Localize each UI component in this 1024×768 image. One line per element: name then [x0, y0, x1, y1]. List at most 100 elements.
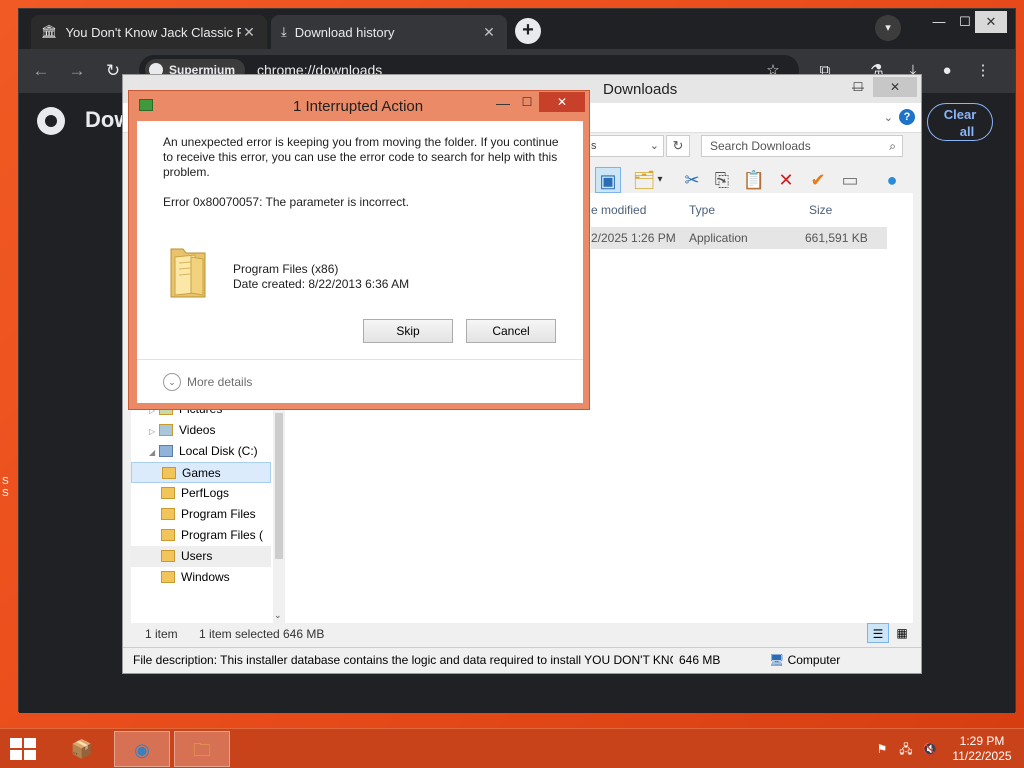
cut-icon[interactable]: ✂: [679, 167, 705, 193]
delete-icon[interactable]: ✕: [773, 167, 799, 193]
profile-icon[interactable]: ●: [937, 61, 957, 81]
column-size[interactable]: Size: [809, 203, 832, 217]
dialog-body: An unexpected error is keeping you from …: [137, 121, 583, 403]
windows-logo-icon: [24, 750, 36, 760]
status-selected: 1 item selected: [199, 627, 280, 641]
drive-icon: [159, 445, 173, 457]
skip-button[interactable]: Skip: [363, 319, 453, 343]
explorer-maximize-button[interactable]: ☐: [843, 77, 873, 97]
scrollbar-thumb[interactable]: [275, 413, 283, 559]
interrupted-action-dialog: 1 Interrupted Action — ☐ ✕ An unexpected…: [128, 90, 590, 410]
back-button[interactable]: ←: [29, 59, 53, 83]
copy-icon[interactable]: ⎘: [709, 167, 735, 193]
computer-icon: 🖥: [769, 653, 785, 667]
status-bar: 1 item 1 item selected 646 MB: [131, 623, 915, 645]
paste-icon[interactable]: 📋: [741, 167, 767, 193]
nav-item-label: Program Files: [181, 507, 256, 521]
collapse-arrow-icon[interactable]: ◢: [149, 442, 159, 463]
nav-item-program-files-x86[interactable]: Program Files (: [161, 525, 263, 546]
item-name: Program Files (x86): [233, 262, 339, 276]
folder-icon: [161, 529, 175, 541]
scroll-down-icon[interactable]: ⌄: [274, 610, 282, 621]
explorer-close-button[interactable]: ✕: [873, 77, 917, 97]
cancel-button[interactable]: Cancel: [466, 319, 556, 343]
search-input[interactable]: Search Downloads ⌕: [701, 135, 903, 157]
menu-kebab-icon[interactable]: ⋮: [973, 61, 993, 81]
clock-date: 11/22/2025: [952, 749, 1012, 763]
file-size: 646 MB: [679, 653, 721, 667]
desktop-edge-text: S: [2, 488, 9, 499]
help-icon[interactable]: ?: [899, 109, 915, 125]
nav-item-label: Windows: [181, 570, 230, 584]
large-icons-view-icon[interactable]: ▦: [891, 623, 913, 643]
navigation-pane: ▷Pictures ▷Videos ◢Local Disk (C:) Games…: [131, 393, 285, 623]
start-button[interactable]: [10, 738, 36, 760]
folder-icon: [162, 467, 176, 479]
item-date-created: Date created: 8/22/2013 6:36 AM: [233, 277, 410, 291]
taskbar-app-package-icon[interactable]: 📦: [54, 731, 110, 767]
column-date-modified[interactable]: e modified: [591, 203, 646, 217]
chrome-logo-icon: [37, 107, 65, 135]
clear-all-button[interactable]: Clear all: [927, 103, 993, 141]
folder-icon: [161, 508, 175, 520]
nav-item-label: PerfLogs: [181, 486, 230, 500]
windows-logo-icon: [24, 738, 36, 748]
folder-icon: [161, 487, 175, 499]
nav-item-videos[interactable]: ▷ Videos: [149, 420, 215, 441]
taskbar-app-browser-icon[interactable]: ◉: [114, 731, 170, 767]
forward-button[interactable]: →: [65, 59, 89, 83]
action-center-flag-icon[interactable]: ⚑: [874, 741, 890, 757]
address-breadcrumb[interactable]: s ⌄: [588, 135, 664, 157]
close-tab-icon[interactable]: ✕: [481, 24, 497, 41]
dialog-maximize-button[interactable]: ☐: [515, 95, 539, 115]
nav-item-program-files[interactable]: Program Files: [161, 504, 256, 525]
chevron-down-icon[interactable]: ⌄: [884, 111, 893, 124]
desktop-edge-text: S: [2, 476, 9, 487]
status-item-count: 1 item: [145, 627, 178, 641]
rename-icon[interactable]: ▭: [837, 167, 863, 193]
tab-title: Download history: [294, 24, 395, 40]
file-description: File description: This installer databas…: [133, 653, 673, 667]
tab-search-button[interactable]: ▾: [875, 15, 901, 41]
copy-progress-icon: [139, 99, 153, 111]
preview-pane-icon[interactable]: ▣: [595, 167, 621, 193]
checkmark-icon[interactable]: ✔: [805, 167, 831, 193]
clear-all-label-line2: all: [959, 124, 975, 139]
nav-item-local-disk[interactable]: ◢ Local Disk (C:): [149, 441, 258, 462]
clock[interactable]: 1:29 PM 11/22/2025: [944, 734, 1020, 764]
globe-icon[interactable]: ●: [879, 167, 905, 193]
clear-all-label-line1: Clear: [943, 107, 977, 122]
nav-item-label: Local Disk (C:): [179, 444, 258, 458]
table-row[interactable]: 2/2025 1:26 PM Application 661,591 KB: [591, 227, 887, 249]
refresh-button[interactable]: ↻: [666, 135, 690, 157]
cell-date-modified: 2/2025 1:26 PM: [591, 231, 676, 245]
column-type[interactable]: Type: [689, 203, 715, 217]
close-window-button[interactable]: ✕: [975, 11, 1007, 33]
dropdown-arrow-icon[interactable]: ▾: [653, 167, 667, 193]
tab-you-dont-know-jack[interactable]: 🏛 You Don't Know Jack Classic Pa ✕: [31, 15, 267, 49]
dialog-minimize-button[interactable]: —: [491, 95, 515, 115]
nav-item-windows[interactable]: Windows: [161, 567, 230, 588]
nav-item-label: Videos: [179, 423, 216, 437]
expand-arrow-icon[interactable]: ▷: [149, 421, 159, 442]
nav-scrollbar[interactable]: ⌄: [273, 393, 285, 623]
search-icon: ⌕: [889, 139, 896, 153]
volume-muted-icon[interactable]: 🔇: [922, 741, 938, 757]
dialog-titlebar: 1 Interrupted Action — ☐ ✕: [129, 91, 589, 121]
download-icon: ⤓: [281, 24, 287, 39]
dialog-close-button[interactable]: ✕: [539, 92, 585, 112]
search-placeholder: Search Downloads: [710, 139, 811, 153]
more-details-toggle[interactable]: ⌄ More details: [163, 373, 252, 391]
column-headers: e modified Type Size: [591, 199, 901, 221]
videos-icon: [159, 424, 173, 436]
windows-logo-icon: [10, 738, 22, 748]
new-tab-button[interactable]: +: [515, 18, 541, 44]
tab-download-history[interactable]: ⤓ Download history ✕: [271, 15, 507, 49]
nav-item-games[interactable]: Games: [131, 462, 271, 483]
network-icon[interactable]: 🖧: [898, 741, 914, 757]
taskbar-app-explorer-icon[interactable]: 🗀: [174, 731, 230, 767]
nav-item-users[interactable]: Users: [131, 546, 271, 567]
nav-item-perflogs[interactable]: PerfLogs: [161, 483, 229, 504]
details-view-icon[interactable]: ☰: [867, 623, 889, 643]
close-tab-icon[interactable]: ✕: [241, 24, 257, 41]
